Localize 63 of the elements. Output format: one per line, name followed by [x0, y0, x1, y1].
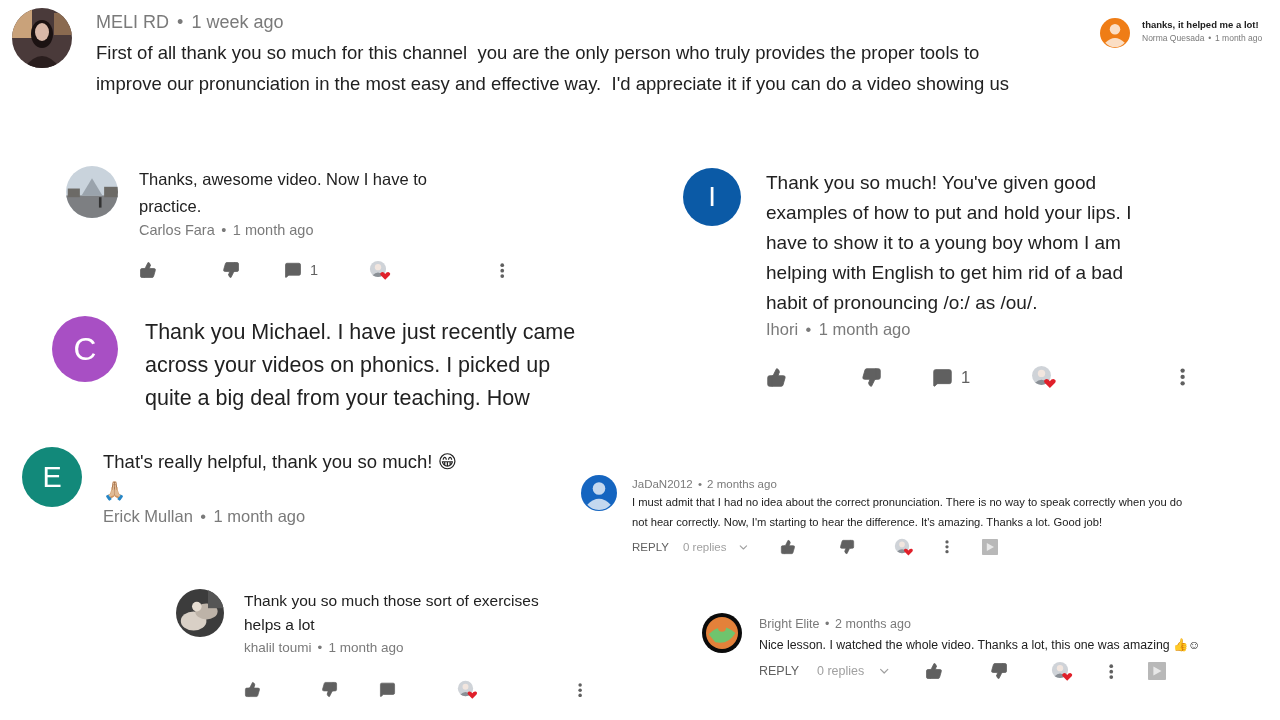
reply-button[interactable]: REPLY: [632, 541, 669, 554]
dislike-button[interactable]: [321, 681, 338, 699]
author-name: Carlos Fara: [139, 222, 215, 238]
comment-text: Thank you so much those sort of exercises helps a lot: [244, 591, 540, 635]
heart-avatar-icon[interactable]: [1051, 661, 1073, 682]
more-icon[interactable]: [945, 540, 949, 554]
comment-count: 1: [310, 262, 319, 279]
timestamp: 1 month ago: [818, 320, 911, 339]
comment-count: 1: [961, 367, 971, 387]
timestamp: 2 months ago: [707, 478, 777, 490]
heart-avatar-icon[interactable]: [1031, 365, 1057, 390]
author-name: Bright Elite: [759, 617, 820, 631]
timestamp: 1 month ago: [1215, 33, 1263, 43]
more-icon[interactable]: [1109, 663, 1114, 679]
separator-dot: •: [317, 640, 323, 655]
like-button[interactable]: [766, 366, 787, 388]
separator-dot: •: [825, 617, 830, 631]
dislike-button[interactable]: [839, 539, 855, 556]
separator-dot: •: [221, 222, 227, 238]
avatar: C: [52, 316, 118, 382]
separator-dot: •: [805, 320, 812, 339]
comment-button[interactable]: [932, 366, 953, 388]
comment-text: Thanks, awesome video. Now I have to practice.: [139, 169, 428, 217]
comment-button[interactable]: [379, 681, 396, 699]
heart-avatar-icon[interactable]: [457, 680, 478, 700]
timestamp: 1 week ago: [191, 12, 284, 33]
separator-dot: •: [1208, 33, 1212, 43]
author-name: MELI RD: [96, 12, 169, 33]
like-button[interactable]: [244, 681, 261, 699]
author-name: Erick Mullan: [103, 507, 193, 526]
author-name: Norma Quesada: [1142, 33, 1205, 43]
comment-text: First of all thank you so much for this channel you are the only person who truly provides the proper tools to improve our pronunciation in the most easy and effective way. I'd appreciate it if you can do a video showing us: [96, 41, 1009, 96]
comment-text: Thank you so much! You've given good examples of how to put and hold your lips. I have to show it to a young boy whom I am helping with English to get him rid of a bad habit of pronouncing /o:/ as /ou/.: [766, 171, 1133, 315]
author-name: Ihori: [766, 320, 799, 339]
heart-avatar-icon[interactable]: [369, 260, 391, 281]
timestamp: 1 month ago: [213, 507, 306, 526]
like-button[interactable]: [925, 662, 943, 681]
dislike-button[interactable]: [222, 261, 240, 280]
comment-text: Nice lesson. I watched the whole video. Thanks a lot, this one was amazing 👍☺: [759, 637, 1201, 654]
author-name: khalil toumi: [244, 640, 312, 655]
comment-text: That's really helpful, thank you so much! 😁 🙏🏼: [103, 450, 457, 503]
comment-text: Thank you Michael. I have just recently came across your videos on phonics. I picked up quite a big deal from your teaching. How: [145, 319, 576, 412]
timestamp: 1 month ago: [232, 222, 314, 238]
timestamp: 1 month ago: [328, 640, 404, 655]
more-icon[interactable]: [1180, 368, 1186, 386]
like-button[interactable]: [139, 261, 157, 280]
separator-dot: •: [200, 507, 207, 526]
heart-avatar-icon[interactable]: [894, 538, 914, 557]
timestamp: 2 months ago: [835, 617, 911, 631]
avatar: E: [22, 447, 82, 507]
dislike-button[interactable]: [861, 366, 882, 388]
avatar: I: [683, 168, 741, 226]
like-button[interactable]: [780, 539, 796, 556]
dislike-button[interactable]: [990, 662, 1008, 681]
comment-button[interactable]: [284, 261, 302, 280]
reply-button[interactable]: REPLY: [759, 664, 800, 679]
more-icon[interactable]: [578, 682, 583, 697]
separator-dot: •: [697, 478, 702, 490]
more-icon[interactable]: [500, 262, 505, 278]
comment-text: I must admit that I had no idea about the correct pronunciation. There is no way to speak correctly when you do not hear correctly. Now, I'm starting to hear the difference. It's amazing. Thanks a lot. Good job!: [632, 495, 1183, 530]
comment-text: thanks, it helped me a lot!: [1142, 18, 1260, 31]
separator-dot: •: [177, 12, 184, 33]
author-name: JaDaN2012: [632, 478, 693, 490]
